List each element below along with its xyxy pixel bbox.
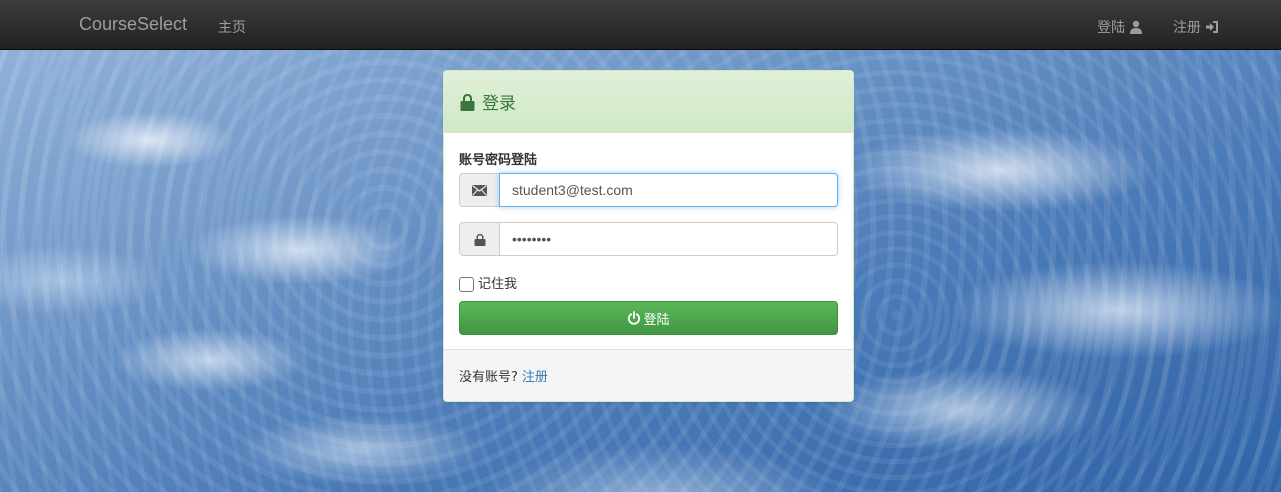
panel-heading: 登录: [444, 71, 853, 133]
remember-me-row: 记住我: [459, 273, 517, 292]
footer-prompt: 没有账号?: [459, 370, 518, 385]
lock-icon: [474, 233, 485, 246]
login-form: 账号密码登陆 student3@test.com •••••••• 记住我 登陆: [444, 133, 853, 351]
login-button-label: 登陆: [643, 312, 670, 328]
password-addon: [459, 222, 499, 256]
email-field[interactable]: student3@test.com: [499, 173, 838, 207]
user-icon: [1130, 20, 1142, 34]
nav-home-label: 主页: [218, 20, 246, 36]
register-link[interactable]: 注册: [522, 366, 548, 385]
remember-me-checkbox[interactable]: [459, 276, 474, 292]
nav-login-link[interactable]: 登陆: [1097, 17, 1143, 37]
envelope-icon: [472, 184, 487, 196]
nav-login-label: 登陆: [1097, 20, 1125, 36]
panel-title: 登录: [482, 94, 516, 114]
log-in-icon: [1206, 21, 1218, 33]
remember-me-label[interactable]: 记住我: [478, 273, 517, 292]
panel-footer: 没有账号? 注册: [444, 349, 853, 401]
password-field[interactable]: ••••••••: [499, 222, 838, 256]
password-input-group: ••••••••: [459, 222, 838, 256]
nav-register-link[interactable]: 注册: [1173, 17, 1220, 37]
login-button[interactable]: 登陆: [459, 301, 838, 335]
email-input-group: student3@test.com: [459, 173, 838, 207]
brand-link[interactable]: CourseSelect: [79, 14, 187, 35]
power-icon: [628, 311, 641, 325]
nav-home-link[interactable]: 主页: [218, 17, 246, 37]
section-label: 账号密码登陆: [459, 153, 538, 168]
navbar: CourseSelect 主页 登陆 注册: [0, 0, 1281, 50]
lock-icon: [460, 93, 475, 111]
email-addon: [459, 173, 499, 207]
login-panel: 登录 账号密码登陆 student3@test.com •••••••• 记住我…: [443, 70, 854, 402]
nav-register-label: 注册: [1173, 20, 1201, 36]
